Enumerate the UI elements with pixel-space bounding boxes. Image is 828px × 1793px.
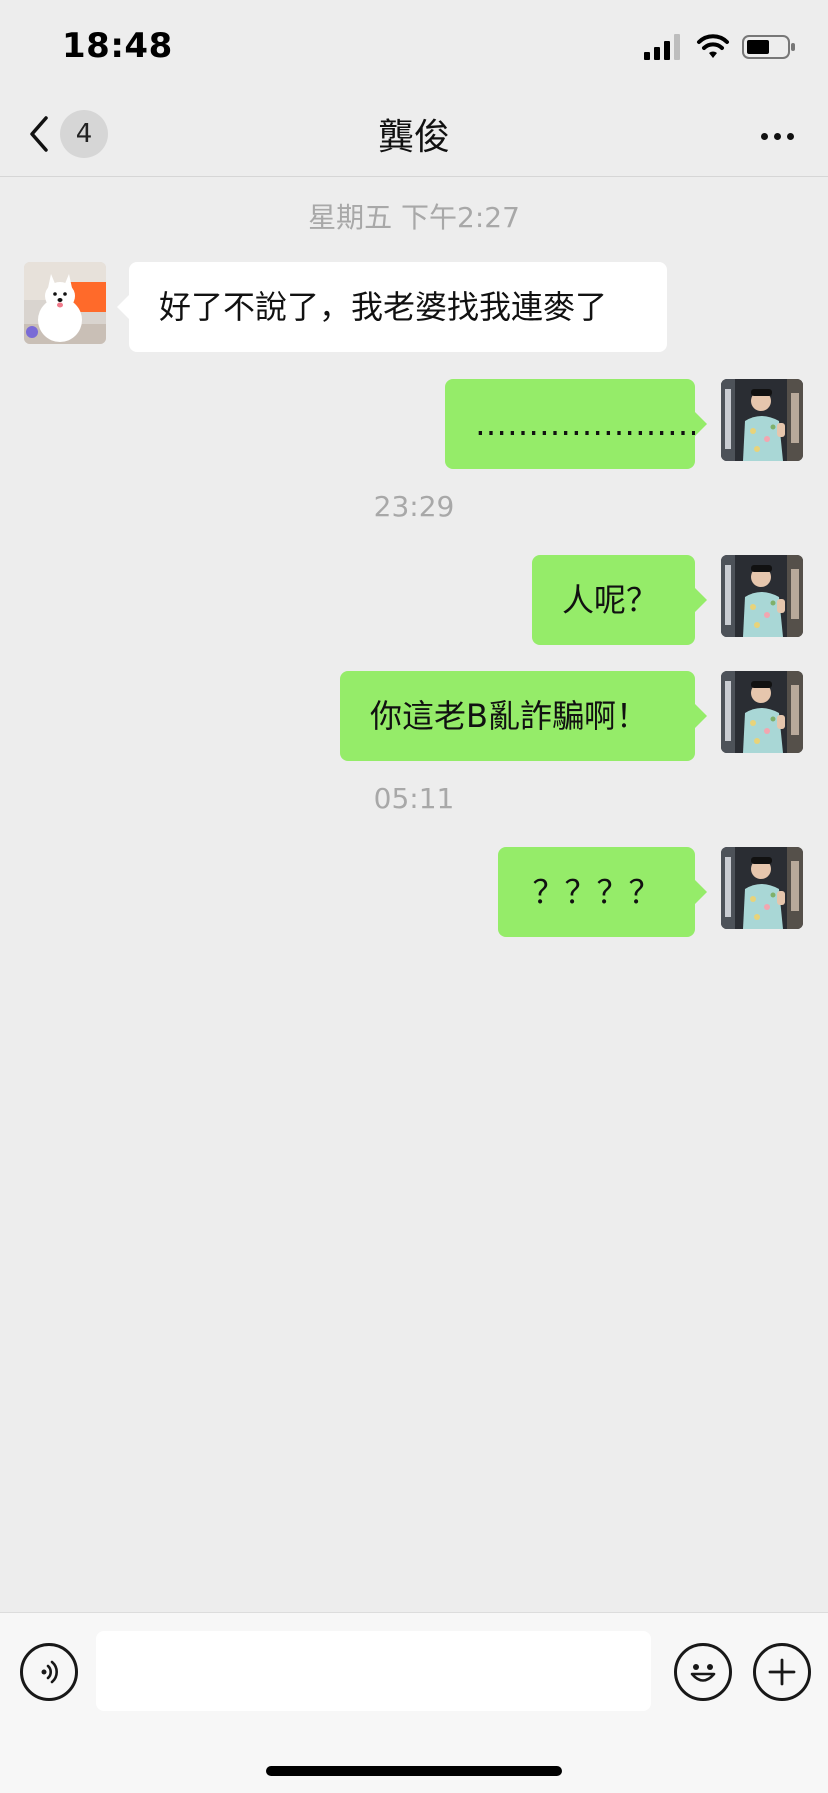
timestamp-separator: 23:29 xyxy=(373,490,455,523)
my-avatar[interactable] xyxy=(721,379,803,461)
my-avatar[interactable] xyxy=(721,671,803,753)
battery-icon xyxy=(742,35,795,59)
nav-bar: 4 龔俊 xyxy=(0,96,828,177)
self-avatar-image xyxy=(721,555,803,637)
more-actions-button[interactable] xyxy=(753,1643,811,1701)
outgoing-message-bubble[interactable]: ………………… xyxy=(445,379,707,469)
status-icons xyxy=(644,34,796,60)
outgoing-message-bubble[interactable]: 人呢？ xyxy=(532,555,707,645)
self-avatar-image xyxy=(721,379,803,461)
outgoing-message-bubble[interactable]: 你這老B亂詐騙啊！ xyxy=(340,671,707,761)
self-avatar-image xyxy=(721,671,803,753)
wifi-icon xyxy=(697,34,729,58)
self-avatar-image xyxy=(721,847,803,929)
more-options-button[interactable] xyxy=(752,116,802,156)
more-dots-icon xyxy=(760,132,768,140)
plus-icon xyxy=(768,1658,796,1686)
timestamp-separator: 05:11 xyxy=(373,782,455,815)
home-indicator xyxy=(266,1766,562,1776)
status-bar: 18:48 xyxy=(0,0,828,96)
cellular-signal-icon xyxy=(644,34,680,60)
emoji-icon xyxy=(690,1664,716,1682)
message-input[interactable] xyxy=(96,1631,651,1711)
chat-title: 龔俊 xyxy=(377,117,450,158)
outgoing-message-bubble[interactable]: ？？？？ xyxy=(498,847,707,937)
my-avatar[interactable] xyxy=(721,847,803,929)
contact-avatar[interactable] xyxy=(24,262,106,344)
incoming-message-bubble[interactable]: 好了不說了，我老婆找我連麥了 xyxy=(117,262,667,352)
emoji-button[interactable] xyxy=(674,1643,732,1701)
timestamp-separator: 星期五 下午2:27 xyxy=(308,201,520,234)
status-time: 18:48 xyxy=(62,26,173,66)
my-avatar[interactable] xyxy=(721,555,803,637)
voice-icon xyxy=(41,1660,58,1684)
samoyed-dog-avatar-image xyxy=(24,262,106,344)
voice-input-button[interactable] xyxy=(20,1643,78,1701)
